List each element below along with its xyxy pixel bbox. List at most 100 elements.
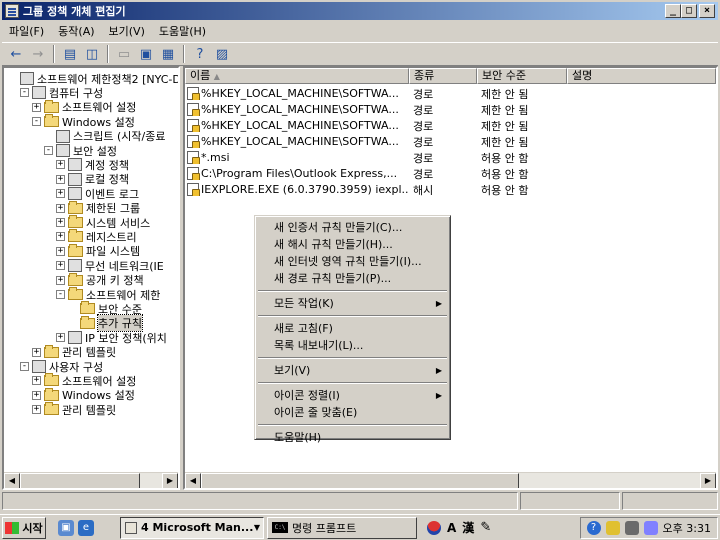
tree-node[interactable]: + 이벤트 로그 [56, 186, 139, 201]
menu-help[interactable]: 도움말(H) [152, 23, 213, 39]
tree-node[interactable]: - 사용자 구성 [20, 359, 103, 374]
tree-node[interactable]: + IP 보안 정책(위치 [56, 330, 167, 345]
taskbar-task-mmc[interactable]: 4 Microsoft Man... ▼ [120, 516, 264, 539]
expand-icon[interactable]: + [56, 246, 65, 256]
list-scroll-right-icon[interactable]: ▶ [700, 473, 716, 488]
tree-node[interactable]: - 컴퓨터 구성 [20, 85, 103, 100]
forward-arrow-icon[interactable]: → [28, 45, 48, 63]
context-menu-item[interactable]: 도움말(H) [257, 429, 448, 446]
list-scrollbar[interactable]: ◀ ▶ [185, 472, 716, 488]
export-list-icon[interactable]: ▦ [158, 45, 178, 63]
expand-icon[interactable]: + [32, 376, 41, 386]
tree-node[interactable]: 소프트웨어 제한정책2 [NYC-D [8, 71, 178, 86]
ime-mode-alpha[interactable]: A [447, 521, 456, 535]
tree-node[interactable]: - 소프트웨어 제한 [56, 287, 160, 302]
context-menu-item[interactable]: 모든 작업(K) ▶ [257, 295, 448, 312]
expand-icon[interactable]: + [32, 390, 41, 400]
list-scroll-thumb[interactable] [201, 473, 519, 488]
tree-node[interactable]: 스크립트 (시작/종료 [44, 129, 165, 144]
tree-node[interactable]: + 소프트웨어 설정 [32, 99, 136, 115]
tree-node[interactable]: 추가 규칙 [68, 314, 143, 333]
tree-pane[interactable]: 소프트웨어 제한정책2 [NYC-D - 컴퓨터 구성 + 소프트웨어 설정 - Windo… [2, 66, 180, 490]
list-scroll-left-icon[interactable]: ◀ [185, 473, 201, 488]
tree-scroll-thumb[interactable] [20, 473, 140, 488]
expand-icon[interactable]: + [32, 405, 41, 415]
list-item[interactable]: C:\Program Files\Outlook Express,... 경로 허용… [187, 166, 569, 181]
tree-node[interactable]: + 공개 키 정책 [56, 272, 144, 288]
internet-explorer-icon[interactable]: e [78, 519, 94, 536]
col-security-level[interactable]: 보안 수준 [477, 68, 567, 84]
console-icon[interactable]: ▨ [212, 45, 232, 63]
list-item[interactable]: %HKEY_LOCAL_MACHINE\SOFTWA... 경로 제한 안 됨 [187, 86, 569, 101]
tree-node[interactable]: - Windows 설정 [32, 114, 135, 129]
tree-node[interactable]: + 소프트웨어 설정 [32, 373, 136, 388]
properties-icon[interactable]: ▣ [136, 45, 156, 63]
scroll-left-icon[interactable]: ◀ [4, 473, 20, 488]
help-icon[interactable]: ? [190, 45, 210, 63]
security-shield-icon[interactable] [605, 521, 620, 535]
minimize-button[interactable]: _ [665, 4, 681, 18]
list-item[interactable]: %HKEY_LOCAL_MACHINE\SOFTWA... 경로 제한 안 됨 [187, 134, 569, 149]
collapse-icon[interactable]: - [56, 290, 65, 299]
show-tree-icon[interactable]: ◫ [82, 45, 102, 63]
context-menu-item[interactable]: 새 해시 규칙 만들기(H)... [257, 236, 448, 253]
scroll-right-icon[interactable]: ▶ [162, 473, 178, 488]
ime-tool-icon[interactable]: ✎ [480, 520, 491, 535]
tree-node[interactable]: - 보안 설정 [44, 143, 117, 158]
tree-node[interactable]: + 레지스트리 [56, 229, 137, 244]
tree-node[interactable]: + 관리 템플릿 [32, 344, 116, 360]
col-type[interactable]: 종류 [409, 68, 477, 84]
show-desktop-icon[interactable]: ▣ [58, 519, 74, 536]
context-menu-item[interactable]: 아이콘 줄 맞춤(E) [257, 404, 448, 421]
expand-icon[interactable]: + [56, 261, 65, 271]
expand-icon[interactable]: + [56, 275, 65, 285]
tree-node[interactable]: + 계정 정책 [56, 157, 129, 172]
context-menu-item[interactable]: 목록 내보내기(L)... [257, 337, 448, 354]
collapse-icon[interactable]: - [20, 88, 29, 98]
list-item[interactable]: IEXPLORE.EXE (6.0.3790.3959) iexpl... 해시 허… [187, 182, 569, 197]
context-menu-item[interactable]: 새로 고침(F) [257, 320, 448, 337]
menu-file[interactable]: 파일(F) [2, 23, 51, 39]
tree-node[interactable]: + 로컬 정책 [56, 172, 129, 187]
tree-node[interactable]: + 무선 네트워크(IE [56, 258, 164, 273]
tree-node[interactable]: + 관리 템플릿 [32, 402, 116, 417]
start-button[interactable]: 시작 [2, 516, 46, 539]
expand-icon[interactable]: + [56, 203, 65, 213]
network-icon[interactable] [624, 521, 639, 535]
expand-icon[interactable]: + [56, 333, 65, 343]
korean-ime-icon[interactable] [427, 520, 441, 535]
context-menu-item[interactable]: 아이콘 정렬(I) ▶ [257, 387, 448, 404]
context-menu-item[interactable]: 보기(V) ▶ [257, 362, 448, 379]
volume-icon[interactable] [643, 521, 658, 535]
tree-node[interactable]: 보안 수준 [68, 301, 142, 316]
title-bar[interactable]: 그룹 정책 개체 편집기 _ □ × [2, 2, 718, 20]
context-menu-item[interactable]: 새 인증서 규칙 만들기(C)... [257, 219, 448, 236]
menu-action[interactable]: 동작(A) [51, 23, 101, 39]
tree-node[interactable]: + Windows 설정 [32, 387, 135, 403]
expand-icon[interactable]: + [56, 174, 65, 184]
collapse-icon[interactable]: - [20, 362, 29, 371]
help-tray-icon[interactable]: ? [586, 521, 601, 535]
tree-node[interactable]: + 제한된 그룹 [56, 200, 140, 216]
taskbar-task-cmd[interactable]: C:\ 명령 프롬프트 [267, 516, 417, 539]
list-item[interactable]: *.msi 경로 허용 안 함 [187, 150, 569, 165]
close-button[interactable]: × [699, 4, 715, 18]
context-menu-item[interactable]: 새 인터넷 영역 규칙 만들기(I)... [257, 253, 448, 270]
menu-view[interactable]: 보기(V) [102, 23, 152, 39]
list-item[interactable]: %HKEY_LOCAL_MACHINE\SOFTWA... 경로 제한 안 됨 [187, 102, 569, 117]
maximize-button[interactable]: □ [681, 4, 697, 18]
expand-icon[interactable]: + [32, 347, 41, 357]
collapse-icon[interactable]: - [44, 146, 53, 155]
ime-hanja[interactable]: 漢 [462, 519, 474, 536]
expand-icon[interactable]: + [56, 218, 65, 227]
tree-scrollbar[interactable]: ◀ ▶ [4, 472, 178, 488]
collapse-icon[interactable]: - [32, 117, 41, 127]
up-folder-icon[interactable]: ▤ [60, 45, 80, 63]
expand-icon[interactable]: + [32, 102, 41, 112]
expand-icon[interactable]: + [56, 160, 65, 170]
context-menu-item[interactable]: 새 경로 규칙 만들기(P)... [257, 270, 448, 287]
tree-node[interactable]: + 파일 시스템 [56, 243, 140, 259]
list-item[interactable]: %HKEY_LOCAL_MACHINE\SOFTWA... 경로 제한 안 됨 [187, 118, 569, 133]
tree-node[interactable]: + 시스템 서비스 [56, 215, 150, 230]
back-arrow-icon[interactable]: ← [6, 45, 26, 63]
